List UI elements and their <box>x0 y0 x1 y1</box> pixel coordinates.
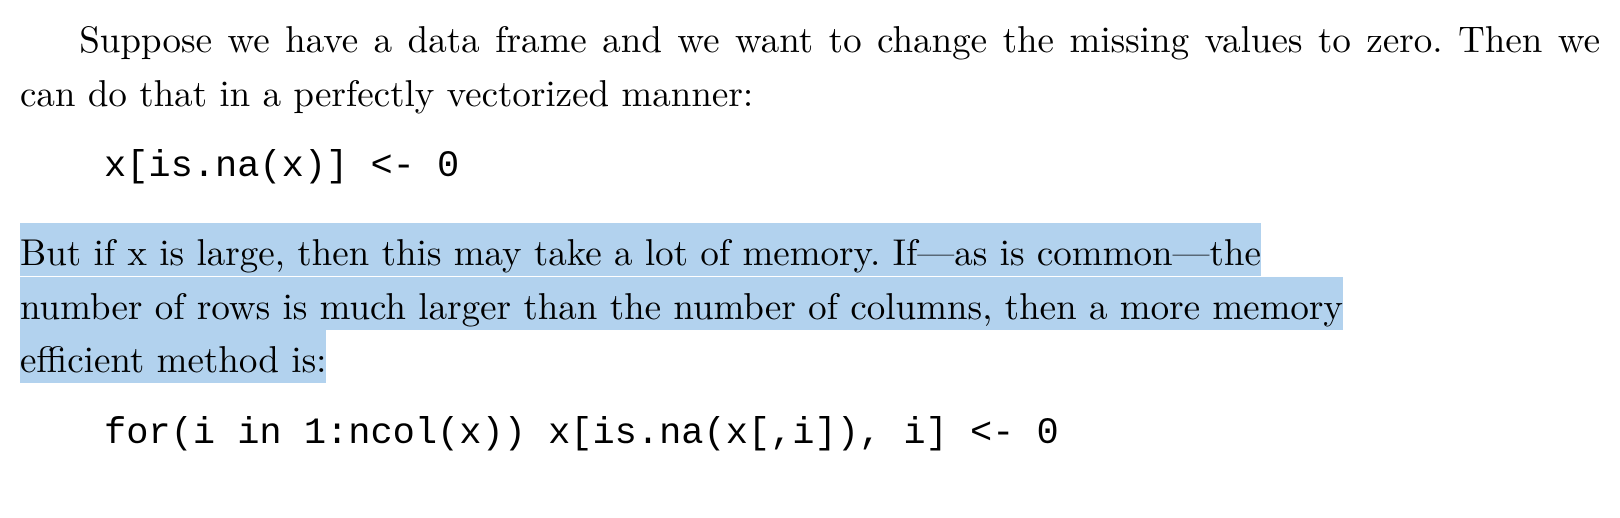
code-block-2: for(i in 1:ncol(x)) x[is.na(x[,i]), i] <… <box>20 408 1600 462</box>
paragraph-1: Suppose we have a data frame and we want… <box>20 10 1600 117</box>
document-page: Suppose we have a data frame and we want… <box>0 0 1620 518</box>
code-1-text: x[is.na(x)] <- 0 <box>104 146 459 188</box>
paragraph-1-text: Suppose we have a data frame and we want… <box>20 10 1600 117</box>
paragraph-2: But if x is large, then this may take a … <box>20 223 1600 384</box>
code-2-text: for(i in 1:ncol(x)) x[is.na(x[,i]), i] <… <box>104 413 1059 455</box>
highlighted-line-2: number of rows is much larger than the n… <box>20 277 1343 330</box>
highlighted-line-3: efficient method is: <box>20 330 326 383</box>
code-block-1: x[is.na(x)] <- 0 <box>20 141 1600 195</box>
highlighted-line-1: But if x is large, then this may take a … <box>20 223 1261 276</box>
